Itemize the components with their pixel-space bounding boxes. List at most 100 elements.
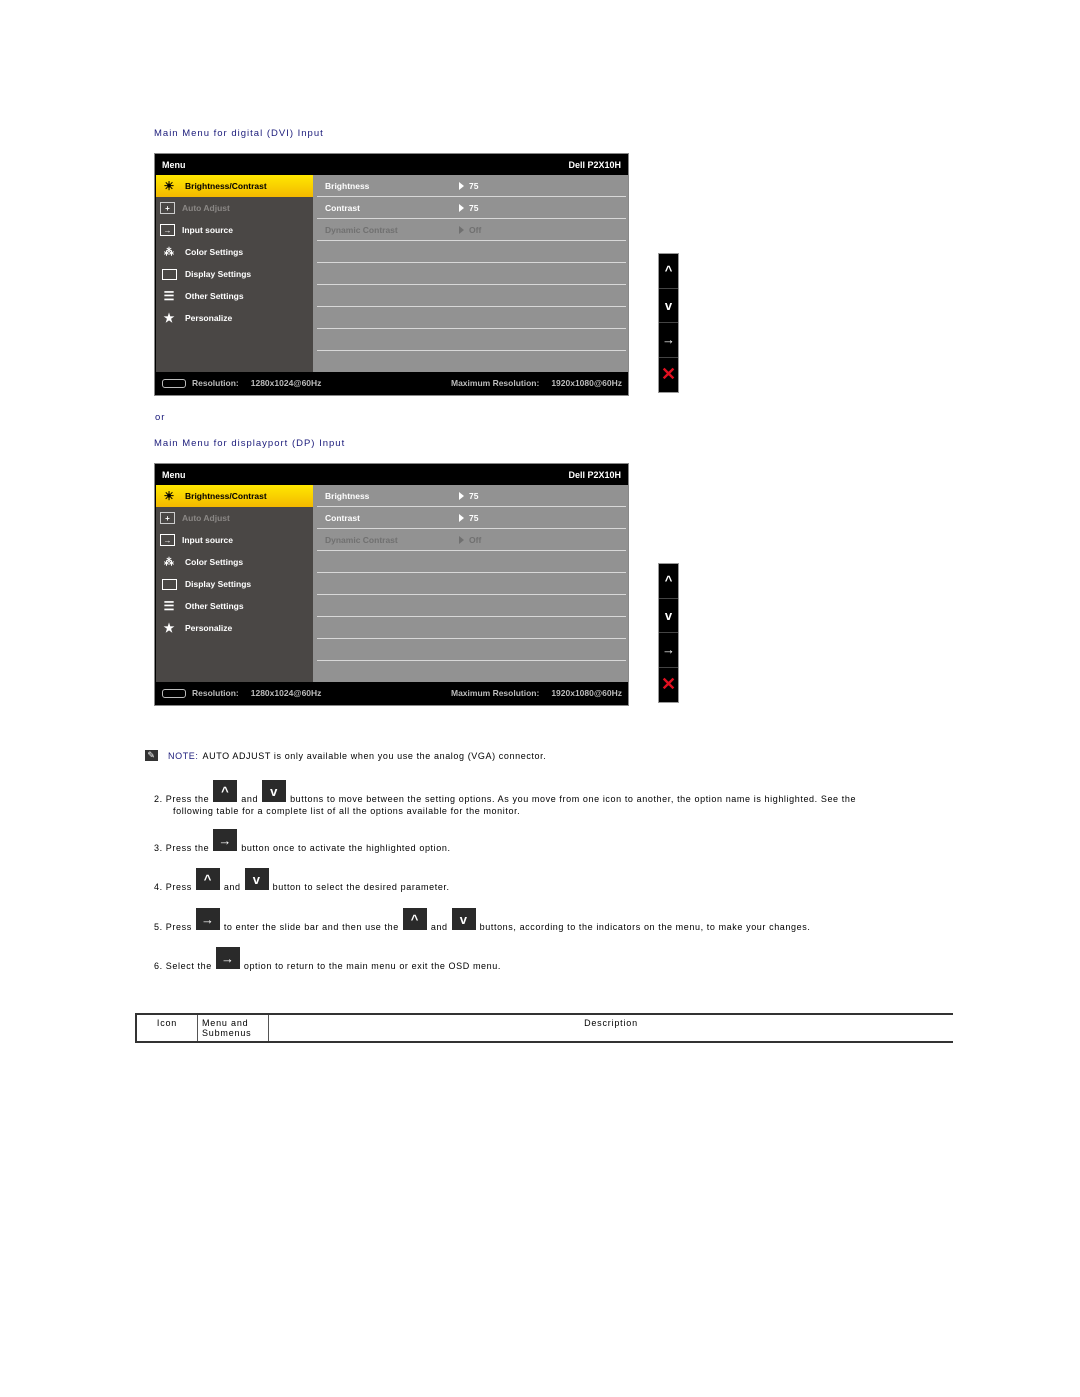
step-4: 4. Press ^ and v button to select the de… (154, 868, 450, 892)
osd-submenu: Brightness 75 Contrast 75 Dynamic Contrast… (313, 485, 628, 682)
menu-item-color-settings[interactable]: ⁂ Color Settings (156, 551, 313, 573)
display-rect-icon (160, 267, 178, 281)
arrow-right-icon (459, 225, 464, 234)
down-button[interactable]: v (659, 289, 678, 323)
step-2: 2. Press the ^ and v buttons to move bet… (154, 780, 856, 804)
osd-menu-dp: Menu Dell P2X10H ☀ Brightness/Contrast + A… (154, 463, 629, 706)
enter-key-icon: → (195, 908, 220, 930)
empty-row (317, 617, 626, 639)
menu-item-other-settings[interactable]: ☰ Other Settings (156, 595, 313, 617)
table-header-row: Icon Menu and Submenus Description (135, 1014, 953, 1042)
section-caption-dp: Main Menu for displayport (DP) Input (154, 438, 346, 449)
up-key-icon: ^ (402, 908, 427, 930)
dvi-connector-icon (162, 378, 186, 388)
step-2-continued: following table for a complete list of a… (173, 806, 521, 816)
exit-button[interactable]: ✕ (659, 358, 678, 393)
arrow-right-icon (459, 181, 464, 190)
down-button[interactable]: v (659, 599, 678, 633)
enter-button[interactable]: → (659, 633, 678, 668)
empty-row (317, 263, 626, 285)
menu-item-color-settings[interactable]: ⁂ Color Settings (156, 241, 313, 263)
osd-main-menu: ☀ Brightness/Contrast + Auto Adjust → Input… (156, 485, 313, 682)
osd-menu-dvi: Menu Dell P2X10H ☀ Brightness/Contrast + A… (154, 153, 629, 396)
section-caption-dvi: Main Menu for digital (DVI) Input (154, 128, 324, 139)
display-rect-icon (160, 577, 178, 591)
osd-title: Menu (162, 469, 186, 480)
current-resolution: 1280x1024@60Hz (250, 688, 322, 698)
max-resolution: 1920x1080@60Hz (551, 378, 622, 388)
exit-button[interactable]: ✕ (659, 668, 678, 703)
setting-row-brightness[interactable]: Brightness 75 (317, 485, 626, 507)
menu-item-other-settings[interactable]: ☰ Other Settings (156, 285, 313, 307)
osd-model: Dell P2X10H (568, 469, 621, 480)
osd-header: Menu Dell P2X10H (155, 464, 628, 485)
setting-row-brightness[interactable]: Brightness 75 (317, 175, 626, 197)
down-key-icon: v (451, 908, 476, 930)
menu-item-brightness-contrast[interactable]: ☀ Brightness/Contrast (156, 175, 313, 197)
note-label: NOTE: (168, 750, 199, 761)
osd-main-menu: ☀ Brightness/Contrast + Auto Adjust → Input… (156, 175, 313, 372)
color-dots-icon: ⁂ (164, 556, 174, 568)
step-3: 3. Press the → button once to activate t… (154, 829, 451, 853)
menu-item-personalize[interactable]: ★ Personalize (156, 617, 313, 639)
menu-item-input-source[interactable]: → Input source (156, 529, 313, 551)
auto-adjust-icon: + (160, 202, 175, 214)
sliders-icon: ☰ (163, 289, 175, 303)
input-source-icon: → (160, 224, 175, 236)
up-button[interactable]: ^ (659, 564, 678, 599)
monitor-buttons-dvi: ^ v → ✕ (658, 253, 679, 393)
step-6: 6. Select the → option to return to the … (154, 947, 501, 971)
osd-submenu: Brightness 75 Contrast 75 Dynamic Contrast… (313, 175, 628, 372)
star-icon: ★ (163, 311, 175, 325)
input-source-icon: → (160, 534, 175, 546)
arrow-right-icon (459, 491, 464, 500)
empty-row (317, 639, 626, 661)
note: ✎ NOTE: AUTO ADJUST is only available wh… (145, 750, 546, 761)
down-key-icon: v (244, 868, 269, 890)
displayport-connector-icon (162, 688, 186, 698)
header-menu-submenus: Menu and Submenus (197, 1014, 269, 1042)
arrow-right-icon (459, 513, 464, 522)
arrow-right-icon (459, 535, 464, 544)
enter-button[interactable]: → (659, 323, 678, 358)
arrow-right-icon (459, 203, 464, 212)
monitor-buttons-dp: ^ v → ✕ (658, 563, 679, 703)
sun-icon: ☀ (163, 489, 175, 503)
osd-footer: Resolution: 1280x1024@60Hz Maximum Resol… (156, 682, 628, 704)
sliders-icon: ☰ (163, 599, 175, 613)
step-5: 5. Press → to enter the slide bar and th… (154, 908, 810, 932)
setting-row-contrast[interactable]: Contrast 75 (317, 507, 626, 529)
menu-item-auto-adjust[interactable]: + Auto Adjust (156, 197, 313, 219)
up-key-icon: ^ (195, 868, 220, 890)
empty-row (317, 551, 626, 573)
header-icon: Icon (135, 1014, 198, 1042)
current-resolution: 1280x1024@60Hz (250, 378, 322, 388)
osd-title: Menu (162, 159, 186, 170)
osd-model: Dell P2X10H (568, 159, 621, 170)
auto-adjust-icon: + (160, 512, 175, 524)
header-description: Description (268, 1014, 953, 1042)
menu-item-auto-adjust[interactable]: + Auto Adjust (156, 507, 313, 529)
color-dots-icon: ⁂ (164, 246, 174, 258)
empty-row (317, 241, 626, 263)
empty-row (317, 595, 626, 617)
empty-row (317, 573, 626, 595)
up-key-icon: ^ (213, 780, 238, 802)
enter-key-icon: → (215, 947, 240, 969)
menu-item-display-settings[interactable]: Display Settings (156, 263, 313, 285)
menu-item-brightness-contrast[interactable]: ☀ Brightness/Contrast (156, 485, 313, 507)
menu-item-display-settings[interactable]: Display Settings (156, 573, 313, 595)
star-icon: ★ (163, 621, 175, 635)
enter-key-icon: → (213, 829, 238, 851)
or-separator: or (155, 412, 166, 423)
empty-row (317, 307, 626, 329)
empty-row (317, 329, 626, 351)
menu-item-input-source[interactable]: → Input source (156, 219, 313, 241)
setting-row-dynamic-contrast[interactable]: Dynamic Contrast Off (317, 219, 626, 241)
up-button[interactable]: ^ (659, 254, 678, 289)
osd-footer: Resolution: 1280x1024@60Hz Maximum Resol… (156, 372, 628, 394)
menu-item-personalize[interactable]: ★ Personalize (156, 307, 313, 329)
down-key-icon: v (262, 780, 287, 802)
setting-row-contrast[interactable]: Contrast 75 (317, 197, 626, 219)
setting-row-dynamic-contrast[interactable]: Dynamic Contrast Off (317, 529, 626, 551)
